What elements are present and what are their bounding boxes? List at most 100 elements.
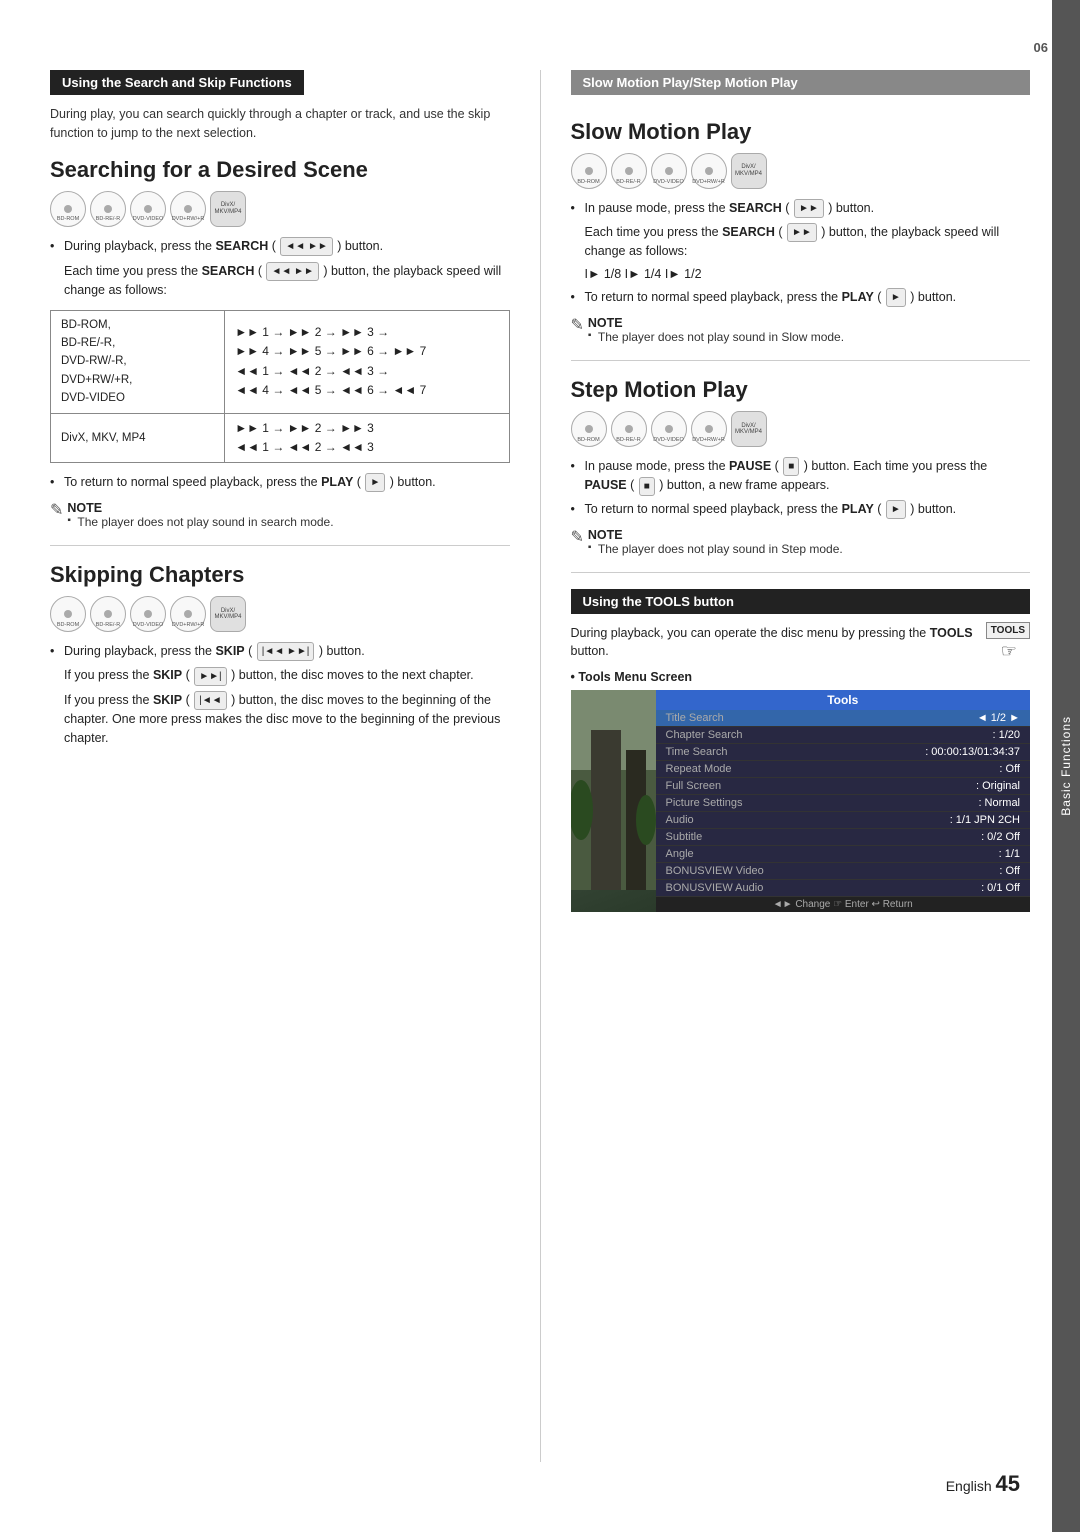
tools-menu-row-10: BONUSVIEW Audio : 0/1 Off — [656, 880, 1031, 897]
tools-menu-label: • Tools Menu Screen — [571, 670, 1031, 684]
tools-row-value-4: : Original — [976, 780, 1020, 792]
skipping-bullets: During playback, press the SKIP ( |◄◄ ►►… — [50, 642, 510, 661]
tools-row-value-8: : 1/1 — [999, 848, 1020, 860]
tools-menu-row-4: Full Screen : Original — [656, 778, 1031, 795]
slow-disc-dvdvideo: DVD-VIDEO — [651, 153, 687, 189]
sidebar-label: Basic Functions — [1059, 716, 1073, 816]
searching-title: Searching for a Desired Scene — [50, 157, 510, 183]
skip-disc-icon-bdre: BD-RE/-R — [90, 596, 126, 632]
search-intro: During play, you can search quickly thro… — [50, 105, 510, 143]
disc-icon-bdre: BD-RE/-R — [90, 191, 126, 227]
speed-label2: DivX, MKV, MP4 — [51, 413, 225, 462]
slow-motion-title: Slow Motion Play — [571, 119, 1031, 145]
speed-table: BD-ROM,BD-RE/-R,DVD-RW/-R,DVD+RW/+R,DVD-… — [50, 310, 510, 463]
tools-row-value-0: ◄ 1/2 ► — [977, 712, 1020, 724]
tools-row-label-3: Repeat Mode — [666, 763, 732, 775]
tools-menu-row-5: Picture Settings : Normal — [656, 795, 1031, 812]
disc-icon-dvd-video: DVD-VIDEO — [130, 191, 166, 227]
searching-disc-icons: BD-ROM BD-RE/-R DVD-VIDEO DVD+RW/+R DivX… — [50, 191, 510, 227]
tools-menu-panel: Tools Title Search ◄ 1/2 ► Chapter Searc… — [656, 690, 1031, 912]
searching-para1: Each time you press the SEARCH ( ◄◄ ►► )… — [64, 262, 510, 300]
step-motion-title: Step Motion Play — [571, 377, 1031, 403]
note-text-step: The player does not play sound in Step m… — [588, 542, 843, 556]
tools-row-value-5: : Normal — [978, 797, 1020, 809]
tools-menu-row-9: BONUSVIEW Video : Off — [656, 863, 1031, 880]
skip-disc-icon-bdrom: BD-ROM — [50, 596, 86, 632]
tools-row-value-1: : 1/20 — [992, 729, 1020, 741]
tools-menu-footer: ◄► Change ☞ Enter ↩ Return — [656, 897, 1031, 912]
step-disc-bdrom: BD-ROM — [571, 411, 607, 447]
tools-header: Using the TOOLS button — [571, 589, 1031, 614]
skip-disc-icon-divx: DivX/MKV/MP4 — [210, 596, 246, 632]
tools-row-value-2: : 00:00:13/01:34:37 — [925, 746, 1020, 758]
slow-note: ✎ NOTE The player does not play sound in… — [571, 315, 1031, 344]
tools-bg-svg — [571, 690, 656, 890]
tools-row-label-7: Subtitle — [666, 831, 703, 843]
step-disc-divx: DivX/MKV/MP4 — [731, 411, 767, 447]
tools-menu-row-0: Title Search ◄ 1/2 ► — [656, 710, 1031, 727]
note-icon-slow: ✎ — [571, 315, 584, 335]
tools-menu-bg-image — [571, 690, 656, 912]
search-btn-icon: ◄◄ ►► — [280, 237, 332, 256]
tools-menu-row-8: Angle : 1/1 — [656, 846, 1031, 863]
divider2 — [571, 360, 1031, 361]
speed-value1: ►► 1 → ►► 2 → ►► 3 → ►► 4 → ►► 5 → ►► 6 … — [225, 310, 509, 413]
page-number-block: English 45 — [946, 1471, 1020, 1497]
tools-row-label-2: Time Search — [666, 746, 728, 758]
searching-bullets: During playback, press the SEARCH ( ◄◄ ►… — [50, 237, 510, 256]
tools-row-value-10: : 0/1 Off — [981, 882, 1020, 894]
tools-menu-row-1: Chapter Search : 1/20 — [656, 727, 1031, 744]
step-disc-bdre: BD-RE/-R — [611, 411, 647, 447]
divider1 — [50, 545, 510, 546]
tools-menu-row-3: Repeat Mode : Off — [656, 761, 1031, 778]
tools-row-label-0: Title Search — [666, 712, 724, 724]
right-column: Slow Motion Play/Step Motion Play Slow M… — [541, 70, 1031, 1462]
slow-bullets: In pause mode, press the SEARCH ( ►► ) b… — [571, 199, 1031, 218]
searching-note: ✎ NOTE The player does not play sound in… — [50, 500, 510, 529]
disc-icon-dvdplusrw: DVD+RW/+R — [170, 191, 206, 227]
note-text-slow: The player does not play sound in Slow m… — [588, 330, 844, 344]
sidebar-number: 06 — [1034, 40, 1048, 55]
note-content-slow: The player does not play sound in Slow m… — [588, 330, 844, 344]
slow-bullet1: In pause mode, press the SEARCH ( ►► ) b… — [571, 199, 1031, 218]
skip-prev-icon: |◄◄ — [194, 691, 226, 710]
searching-bullet1: During playback, press the SEARCH ( ◄◄ ►… — [50, 237, 510, 256]
slow-disc-bdre: BD-RE/-R — [611, 153, 647, 189]
slow-search-icon: ►► — [794, 199, 824, 218]
skipping-para1: If you press the SKIP ( ►►| ) button, th… — [64, 666, 510, 685]
tools-row-value-6: : 1/1 JPN 2CH — [950, 814, 1020, 826]
note-content-step: The player does not play sound in Step m… — [588, 542, 843, 556]
tools-row-label-10: BONUSVIEW Audio — [666, 882, 764, 894]
note-content-search: The player does not play sound in search… — [67, 515, 333, 529]
skip-next-icon: ►►| — [194, 667, 226, 686]
note-icon-search: ✎ — [50, 500, 63, 520]
tools-intro-wrapper: During playback, you can operate the dis… — [571, 624, 1031, 662]
tools-row-label-6: Audio — [666, 814, 694, 826]
tools-row-value-9: : Off — [999, 865, 1020, 877]
tools-row-label-8: Angle — [666, 848, 694, 860]
tools-hand-icon: ☞ — [1001, 641, 1017, 662]
skipping-bullet1: During playback, press the SKIP ( |◄◄ ►►… — [50, 642, 510, 661]
skipping-para2: If you press the SKIP ( |◄◄ ) button, th… — [64, 691, 510, 748]
tools-row-label-1: Chapter Search — [666, 729, 743, 741]
tools-menu-row-2: Time Search : 00:00:13/01:34:37 — [656, 744, 1031, 761]
search-skip-header: Using the Search and Skip Functions — [50, 70, 304, 95]
sidebar-tab: Basic Functions — [1052, 0, 1080, 1532]
left-column: Using the Search and Skip Functions Duri… — [50, 70, 541, 1462]
slow-bullet2: To return to normal speed playback, pres… — [571, 288, 1031, 307]
speed-label1: BD-ROM,BD-RE/-R,DVD-RW/-R,DVD+RW/+R,DVD-… — [51, 310, 225, 413]
tools-menu-row-6: Audio : 1/1 JPN 2CH — [656, 812, 1031, 829]
note-icon-step: ✎ — [571, 527, 584, 547]
slow-disc-dvdplusrw: DVD+RW/+R — [691, 153, 727, 189]
tools-row-value-7: : 0/2 Off — [981, 831, 1020, 843]
note-label-step: NOTE — [588, 528, 623, 542]
page-number: 45 — [996, 1471, 1020, 1496]
step-disc-icons: BD-ROM BD-RE/-R DVD-VIDEO DVD+RW/+R DivX… — [571, 411, 1031, 447]
note-label-slow: NOTE — [588, 316, 623, 330]
slow-play-icon: ► — [886, 288, 906, 307]
slow-bullets2: To return to normal speed playback, pres… — [571, 288, 1031, 307]
play-btn-icon: ► — [365, 473, 385, 492]
slow-disc-divx: DivX/MKV/MP4 — [731, 153, 767, 189]
skipping-disc-icons: BD-ROM BD-RE/-R DVD-VIDEO DVD+RW/+R DivX… — [50, 596, 510, 632]
searching-bullet2: To return to normal speed playback, pres… — [50, 473, 510, 492]
